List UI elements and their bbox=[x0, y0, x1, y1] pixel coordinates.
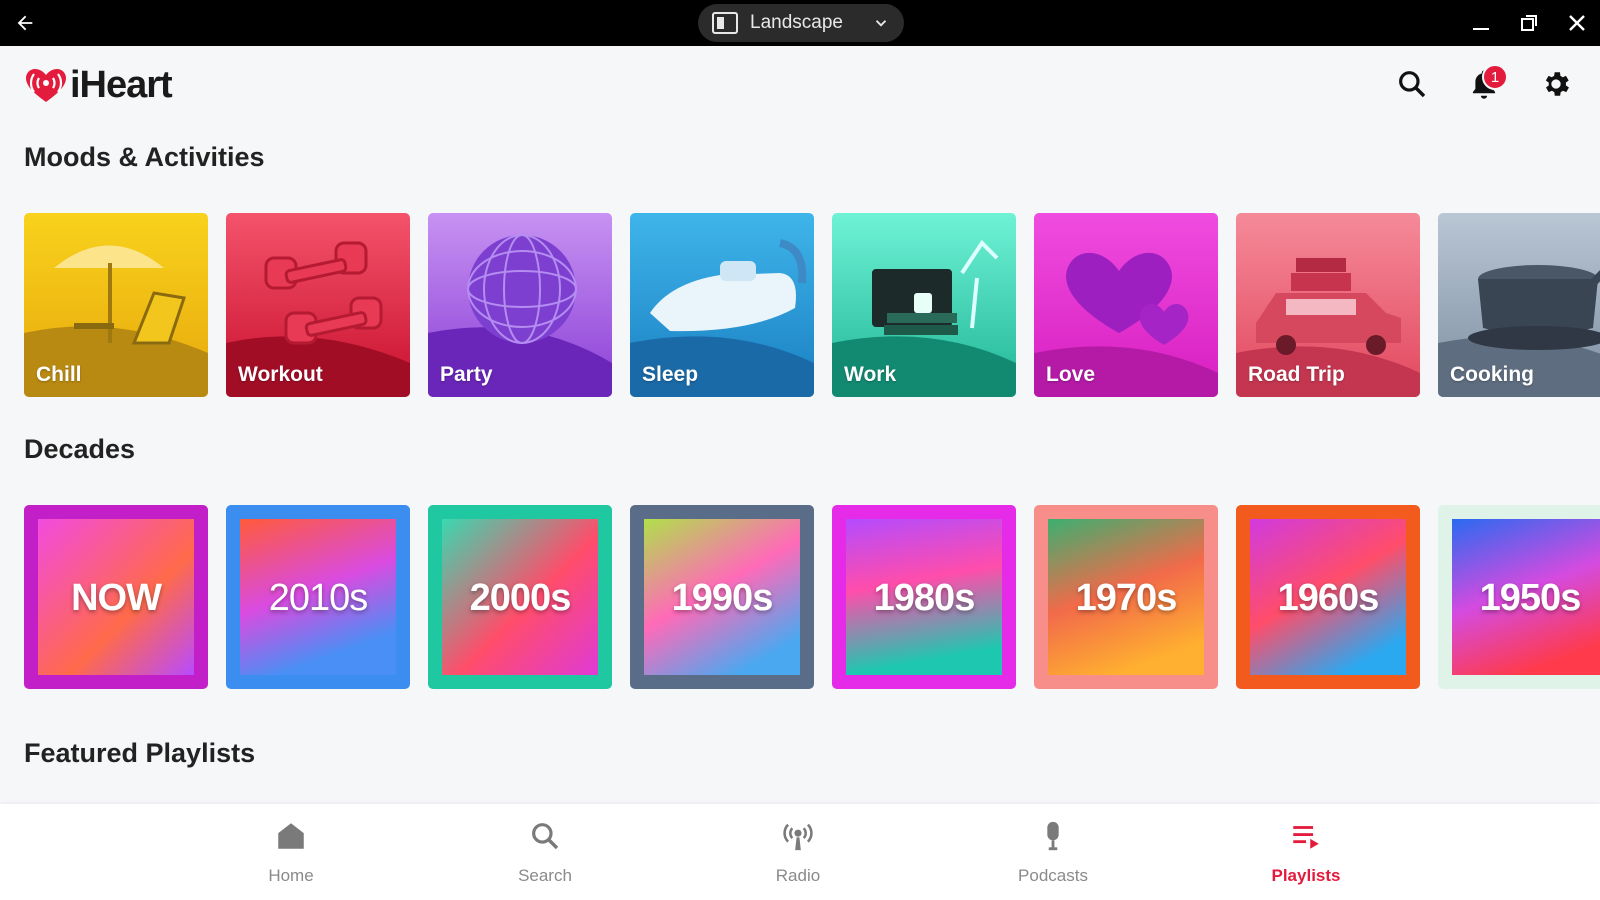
restore-icon bbox=[1521, 15, 1537, 31]
nav-label: Search bbox=[518, 866, 572, 885]
decade-tile-now[interactable]: NOW bbox=[24, 505, 208, 689]
bottom-navigation: Home Search Radio Podcasts Playlists bbox=[0, 804, 1600, 900]
gear-icon bbox=[1545, 72, 1569, 96]
decade-label: 2000s bbox=[469, 577, 572, 619]
mood-tile-love[interactable]: Love bbox=[1034, 213, 1218, 397]
mood-label: Cooking bbox=[1450, 363, 1534, 386]
decade-tile-1990s[interactable]: 1990s bbox=[630, 505, 814, 689]
decade-tile-1970s[interactable]: 1970s bbox=[1034, 505, 1218, 689]
minimize-button[interactable] bbox=[1468, 10, 1494, 36]
nav-label: Home bbox=[268, 866, 314, 885]
decade-label: 1980s bbox=[873, 577, 976, 619]
decade-label: 1970s bbox=[1075, 577, 1178, 619]
nav-item-playlists[interactable]: Playlists bbox=[1246, 816, 1366, 886]
close-icon bbox=[1569, 15, 1585, 31]
nav-label: Podcasts bbox=[1018, 866, 1088, 885]
mood-tile-road-trip[interactable]: Road Trip bbox=[1236, 213, 1420, 397]
mood-tile-chill[interactable]: Chill bbox=[24, 213, 208, 397]
radio-icon bbox=[783, 823, 813, 851]
restore-button[interactable] bbox=[1516, 10, 1542, 36]
mood-tile-workout[interactable]: Workout bbox=[226, 213, 410, 397]
iheart-logo-icon bbox=[26, 68, 66, 102]
nav-item-search[interactable]: Search bbox=[485, 816, 605, 886]
orientation-dropdown[interactable]: Landscape bbox=[698, 4, 904, 42]
minimize-icon bbox=[1473, 28, 1489, 30]
window-titlebar: Landscape bbox=[0, 0, 1600, 46]
decade-tile-1980s[interactable]: 1980s bbox=[832, 505, 1016, 689]
nav-item-podcasts[interactable]: Podcasts bbox=[993, 816, 1113, 886]
mood-tile-work[interactable]: Work bbox=[832, 213, 1016, 397]
decade-label: 1990s bbox=[671, 577, 774, 619]
close-button[interactable] bbox=[1564, 10, 1590, 36]
notification-badge: 1 bbox=[1482, 64, 1508, 90]
moods-section-title: Moods & Activities bbox=[24, 142, 265, 172]
chevron-down-icon bbox=[875, 20, 887, 27]
moods-row: Chill Workout Party Sleep Work Love Road… bbox=[24, 213, 1600, 397]
playlist-icon bbox=[1293, 826, 1319, 849]
arrow-left-icon bbox=[17, 15, 33, 31]
mood-label: Road Trip bbox=[1248, 363, 1345, 386]
nav-label: Playlists bbox=[1271, 866, 1341, 885]
mood-label: Chill bbox=[36, 363, 82, 386]
notifications-button[interactable]: 1 bbox=[1464, 64, 1508, 104]
mood-tile-sleep[interactable]: Sleep bbox=[630, 213, 814, 397]
back-button[interactable] bbox=[12, 10, 38, 36]
orientation-label: Landscape bbox=[750, 12, 843, 33]
home-icon bbox=[278, 823, 304, 849]
mood-label: Sleep bbox=[642, 363, 699, 386]
nav-label: Radio bbox=[775, 866, 821, 885]
mood-label: Workout bbox=[238, 363, 323, 386]
decade-label: NOW bbox=[71, 577, 162, 619]
decades-section-title: Decades bbox=[24, 434, 136, 464]
screen-orientation-icon bbox=[712, 12, 738, 34]
decade-tile-1950s[interactable]: 1950s bbox=[1438, 505, 1600, 689]
search-icon bbox=[1399, 71, 1426, 98]
decades-row: NOW 2010s 2000s 1990s 1980s 1970s 1960s … bbox=[24, 505, 1600, 689]
decade-tile-1960s[interactable]: 1960s bbox=[1236, 505, 1420, 689]
decade-tile-2010s[interactable]: 2010s bbox=[226, 505, 410, 689]
decade-tile-2000s[interactable]: 2000s bbox=[428, 505, 612, 689]
search-icon bbox=[532, 823, 559, 850]
iheart-logo[interactable]: iHeart bbox=[24, 64, 173, 107]
nav-item-home[interactable]: Home bbox=[231, 816, 351, 886]
nav-item-radio[interactable]: Radio bbox=[738, 816, 858, 886]
decade-label: 1960s bbox=[1277, 577, 1380, 619]
mood-label: Party bbox=[440, 363, 493, 386]
mood-tile-cooking[interactable]: Cooking bbox=[1438, 213, 1600, 397]
settings-button[interactable] bbox=[1536, 64, 1576, 104]
featured-section-title: Featured Playlists bbox=[24, 738, 256, 768]
decade-label: 2010s bbox=[268, 577, 369, 619]
app-header: iHeart 1 bbox=[0, 46, 1600, 126]
microphone-icon bbox=[1047, 821, 1059, 851]
mood-label: Love bbox=[1046, 363, 1096, 386]
brand-name: iHeart bbox=[70, 64, 173, 106]
mood-label: Work bbox=[844, 363, 897, 386]
decade-label: 1950s bbox=[1479, 577, 1582, 619]
header-search-button[interactable] bbox=[1392, 64, 1432, 104]
mood-tile-party[interactable]: Party bbox=[428, 213, 612, 397]
